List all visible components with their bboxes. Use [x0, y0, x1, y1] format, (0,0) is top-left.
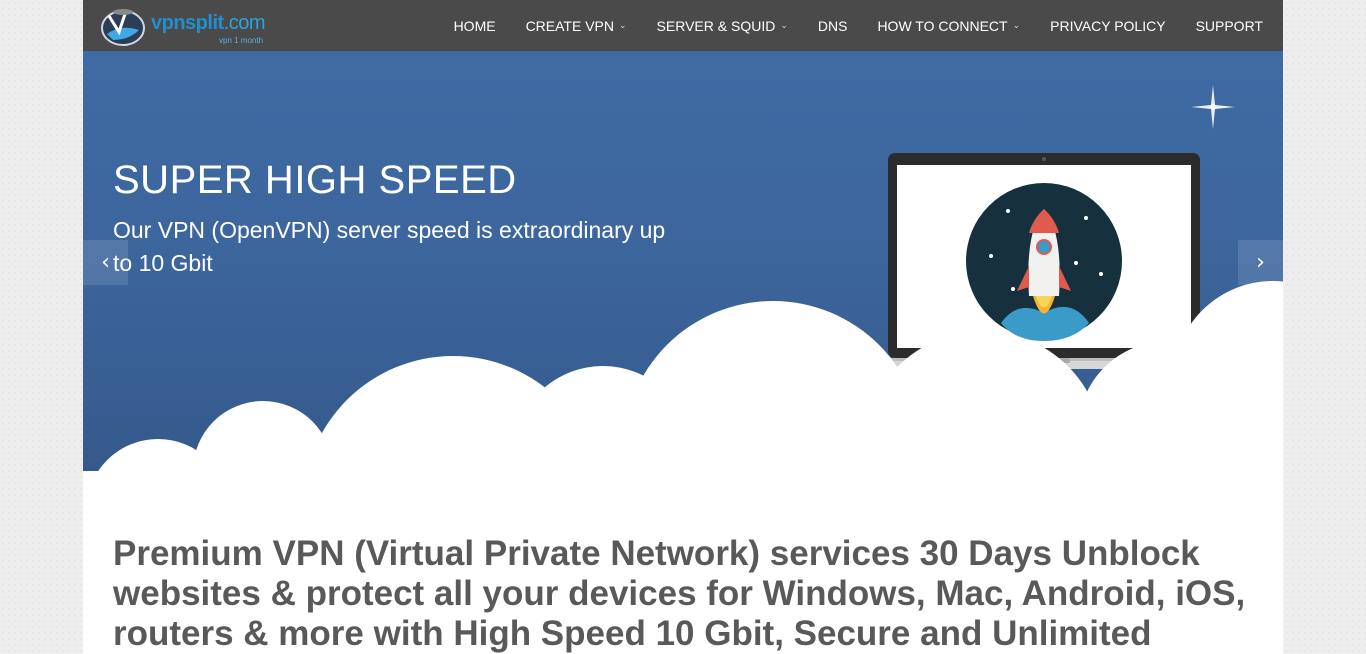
nav-item-create-vpn[interactable]: CREATE VPN ⌄ — [511, 18, 642, 34]
chevron-left-icon: ‹ — [101, 250, 110, 275]
nav-item-privacy-policy[interactable]: PRIVACY POLICY — [1035, 18, 1180, 34]
hero-subtitle: Our VPN (OpenVPN) server speed is extrao… — [113, 217, 666, 276]
logo-tagline: vpn 1 month — [219, 36, 264, 45]
hero-title: SUPER HIGH SPEED — [113, 158, 517, 202]
nav-label: HOME — [453, 17, 496, 34]
nav-item-support[interactable]: SUPPORT — [1181, 18, 1283, 34]
slider-next-button[interactable]: › — [1238, 240, 1283, 285]
logo-domain: .com — [223, 12, 266, 34]
nav-item-how-to-connect[interactable]: HOW TO CONNECT ⌄ — [862, 18, 1035, 34]
nav-label: DNS — [817, 17, 848, 34]
main-nav: HOME CREATE VPN ⌄ SERVER & SQUID ⌄ DNS HOW… — [439, 0, 1283, 51]
slider-prev-button[interactable]: ‹ — [83, 240, 128, 285]
nav-label: CREATE VPN — [525, 17, 614, 34]
chevron-down-icon: ⌄ — [780, 20, 788, 30]
nav-item-dns[interactable]: DNS — [803, 18, 863, 34]
logo-name: vpnsplit — [151, 12, 224, 34]
chevron-down-icon: ⌄ — [619, 20, 627, 30]
nav-item-home[interactable]: HOME — [439, 18, 511, 34]
site-logo[interactable]: vpnsplit.com vpn 1 month — [99, 4, 284, 48]
nav-label: SERVER & SQUID — [656, 17, 776, 34]
sparkle-icon — [1191, 85, 1235, 129]
hero-slider: SUPER HIGH SPEED Our VPN (OpenVPN) serve… — [83, 51, 1283, 472]
nav-label: HOW TO CONNECT — [877, 17, 1008, 34]
nav-label: SUPPORT — [1195, 17, 1263, 34]
page-container: vpnsplit.com vpn 1 month HOME CREATE VPN… — [83, 0, 1283, 654]
logo-mark-icon — [101, 9, 145, 46]
chevron-down-icon: ⌄ — [1012, 20, 1021, 30]
page-headline: Premium VPN (Virtual Private Network) se… — [113, 534, 1246, 653]
logo-wordmark: vpnsplit.com — [151, 12, 266, 35]
chevron-right-icon: › — [1256, 250, 1265, 275]
nav-item-server-squid[interactable]: SERVER & SQUID ⌄ — [642, 18, 803, 34]
top-navbar: vpnsplit.com vpn 1 month HOME CREATE VPN… — [83, 0, 1283, 51]
nav-label: PRIVACY POLICY — [1050, 17, 1166, 34]
